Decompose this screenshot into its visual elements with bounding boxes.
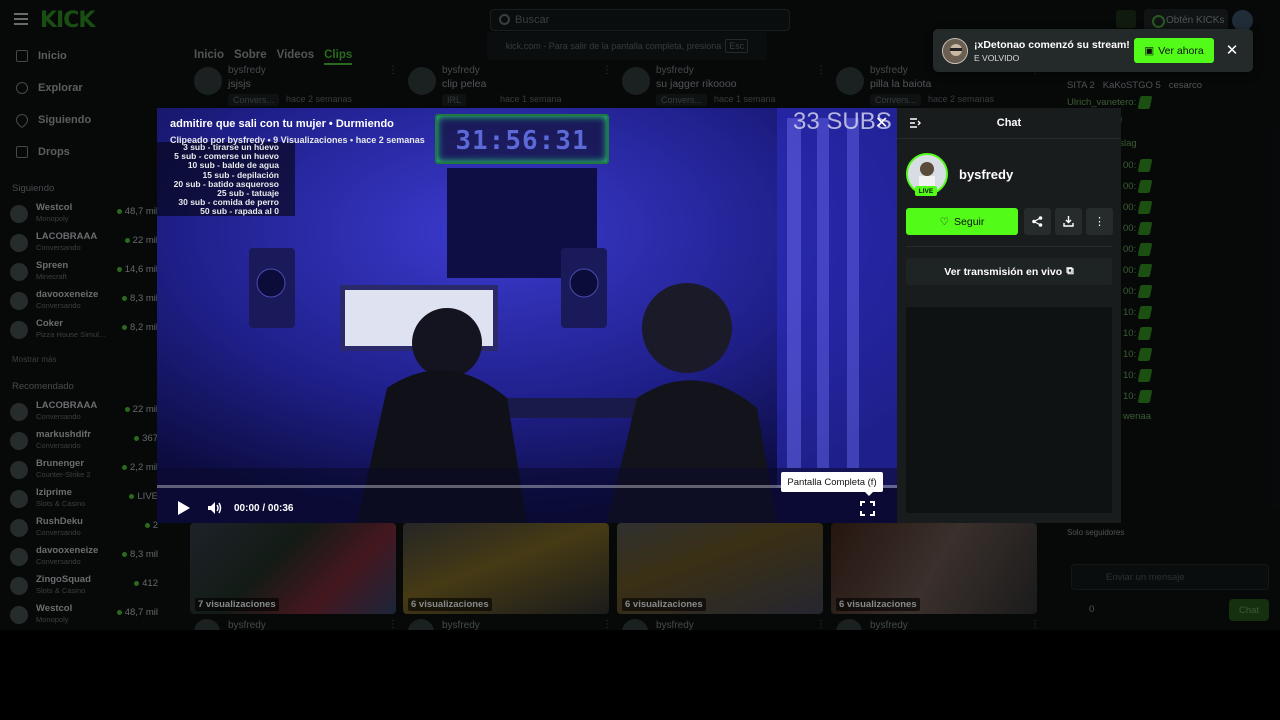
watch-now-label: Ver ahora (1158, 44, 1204, 57)
clip-subtitle: Clipeado por bysfredy • 9 Visualizacione… (170, 135, 425, 145)
below-area (0, 630, 1280, 720)
close-icon[interactable]: ✕ (875, 113, 889, 132)
fullscreen-tooltip: Pantalla Completa (f) (781, 472, 883, 496)
watch-now-button[interactable]: ▣ Ver ahora (1134, 38, 1214, 63)
volume-icon[interactable] (206, 500, 222, 516)
stream-notification: ¡xDetonao comenzó su stream! E VOLVIDO ▣… (933, 29, 1253, 72)
time-display: 00:00 / 00:36 (234, 503, 294, 514)
side-panel-title: Chat (996, 117, 1022, 129)
timer-overlay: 31:56:31 (435, 114, 609, 164)
play-icon[interactable] (178, 501, 190, 515)
watch-live-button[interactable]: Ver transmisión en vivo ⧉ (906, 258, 1112, 285)
download-icon (1063, 216, 1074, 227)
timer-text: 31:56:31 (455, 126, 589, 156)
side-panel-content (906, 307, 1112, 513)
avatar-image (943, 39, 967, 63)
video-player[interactable]: 3 sub - tirarse un huevo 5 sub - comerse … (157, 108, 897, 523)
external-link-icon: ⧉ (1066, 265, 1074, 277)
app: KICK Buscar Obtén KICKs kick.com - Para … (0, 0, 1280, 720)
follow-label: Seguir (954, 215, 985, 228)
subs-goals-overlay: 3 sub - tirarse un huevo 5 sub - comerse … (157, 142, 295, 216)
share-icon (1032, 216, 1043, 227)
sub-goal-line: 50 sub - rapada al 0 (200, 206, 279, 217)
side-panel-header: Chat (897, 108, 1121, 139)
notification-message: ¡xDetonao comenzó su stream! (974, 39, 1130, 51)
channel-name[interactable]: bysfredy (959, 167, 1013, 182)
more-options-icon: ⋮ (1094, 216, 1105, 228)
fullscreen-icon[interactable] (860, 501, 875, 516)
tv-icon: ▣ (1144, 44, 1155, 57)
clip-side-panel: Chat LIVE bysfredy ♡ Seguir ⋮ Ver transm… (897, 108, 1121, 523)
more-options-button[interactable]: ⋮ (1086, 208, 1113, 235)
divider (906, 246, 1112, 247)
clip-modal: 3 sub - tirarse un huevo 5 sub - comerse … (157, 108, 1121, 523)
live-badge: LIVE (915, 186, 937, 196)
watch-live-label: Ver transmisión en vivo (944, 265, 1063, 278)
notification-subtext: E VOLVIDO (974, 53, 1020, 63)
notification-avatar (942, 38, 968, 64)
close-notification-icon[interactable]: ✕ (1223, 41, 1241, 59)
heart-icon: ♡ (939, 215, 950, 228)
clip-title: admitire que sali con tu mujer • Durmien… (170, 118, 394, 130)
follow-button[interactable]: ♡ Seguir (906, 208, 1018, 235)
share-button[interactable] (1024, 208, 1051, 235)
download-button[interactable] (1055, 208, 1082, 235)
